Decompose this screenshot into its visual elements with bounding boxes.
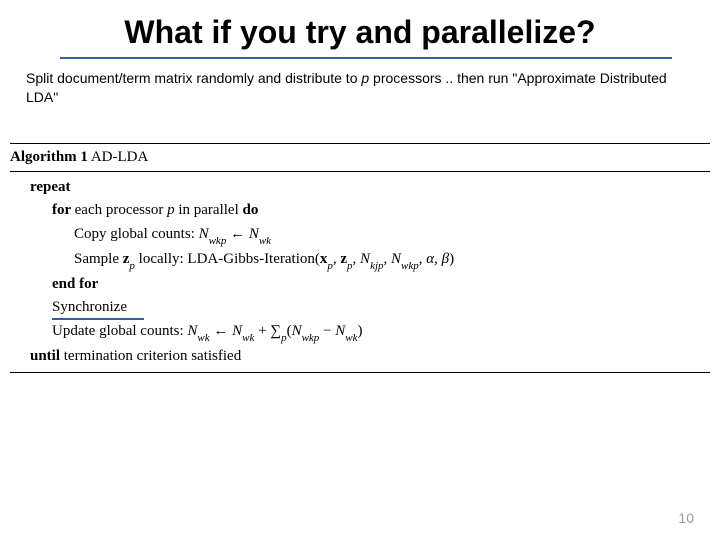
update-rhs1-sub: wk — [242, 332, 254, 344]
algo-line-sync: Synchronize — [30, 296, 720, 320]
until-text: termination criterion satisfied — [64, 348, 241, 364]
copy-rhs-sub: wk — [259, 235, 271, 247]
sync-text: Synchronize — [52, 299, 127, 315]
sample-x-sub: p — [327, 260, 333, 272]
update-sum-sub: p — [281, 332, 287, 344]
algo-label-name: AD-LDA — [88, 149, 148, 165]
algo-line-copy: Copy global counts: Nwkp ← Nwk — [30, 223, 720, 248]
sample-close: ) — [449, 251, 454, 267]
algo-label: Algorithm 1 AD-LDA — [0, 144, 720, 171]
for-text: each processor — [75, 202, 167, 218]
sample-beta: β — [442, 251, 449, 267]
copy-lhs: N — [199, 226, 209, 242]
update-sum: ∑ — [270, 323, 281, 339]
algo-line-sample: Sample zp locally: LDA-Gibbs-Iteration(x… — [30, 248, 720, 273]
algo-line-repeat: repeat — [30, 176, 720, 199]
algo-rule-bot — [10, 372, 710, 373]
algo-line-update: Update global counts: Nwk ← Nwk + ∑p(Nwk… — [30, 320, 720, 345]
sample-c3: , — [384, 251, 392, 267]
slide: What if you try and parallelize? Split d… — [0, 0, 720, 540]
for-p: p — [167, 202, 175, 218]
kw-for: for — [52, 202, 75, 218]
sample-mid: locally: LDA-Gibbs-Iteration( — [135, 251, 320, 267]
copy-arrow: ← — [226, 226, 249, 242]
update-n2-sub: wk — [345, 332, 357, 344]
update-lhs-sub: wk — [197, 332, 209, 344]
update-n1: N — [292, 323, 302, 339]
sample-n2-sub: wkp — [401, 260, 419, 272]
algorithm-block: Algorithm 1 AD-LDA repeat for each proce… — [0, 143, 720, 374]
update-rhs1: N — [232, 323, 242, 339]
algo-label-prefix: Algorithm 1 — [10, 149, 88, 165]
kw-until: until — [30, 348, 64, 364]
update-arrow: ← — [210, 323, 233, 339]
sync-wrap: Synchronize — [52, 296, 144, 320]
kw-endfor: end for — [52, 276, 98, 292]
page-number: 10 — [678, 510, 694, 526]
update-plus: + — [254, 323, 270, 339]
algo-line-until: until termination criterion satisfied — [30, 345, 720, 368]
sample-c5: , — [434, 251, 442, 267]
sample-n1-sub: kjp — [370, 260, 383, 272]
slide-subtitle: Split document/term matrix randomly and … — [0, 59, 720, 107]
algo-line-for: for each processor p in parallel do — [30, 199, 720, 222]
copy-prefix: Copy global counts: — [74, 226, 199, 242]
algo-body: repeat for each processor p in parallel … — [0, 172, 720, 372]
kw-do: do — [243, 202, 259, 218]
slide-title: What if you try and parallelize? — [0, 0, 720, 55]
update-minus: − — [319, 323, 335, 339]
sample-alpha: α — [426, 251, 434, 267]
sample-n2: N — [391, 251, 401, 267]
update-lhs: N — [187, 323, 197, 339]
sync-underline — [52, 318, 144, 320]
kw-repeat: repeat — [30, 179, 71, 195]
sample-prefix: Sample — [74, 251, 123, 267]
update-n2: N — [335, 323, 345, 339]
sample-c2: , — [353, 251, 361, 267]
for-mid: in parallel — [175, 202, 243, 218]
sample-z2-sub: p — [347, 260, 353, 272]
algo-line-endfor: end for — [30, 273, 720, 296]
sample-z-sub: p — [129, 260, 135, 272]
update-prefix: Update global counts: — [52, 323, 187, 339]
subtitle-part1: Split document/term matrix randomly and … — [26, 70, 361, 86]
subtitle-p-var: p — [361, 70, 369, 86]
update-n1-sub: wkp — [302, 332, 320, 344]
update-pclose: ) — [358, 323, 363, 339]
copy-rhs: N — [249, 226, 259, 242]
copy-lhs-sub: wkp — [209, 235, 227, 247]
sample-n1: N — [360, 251, 370, 267]
